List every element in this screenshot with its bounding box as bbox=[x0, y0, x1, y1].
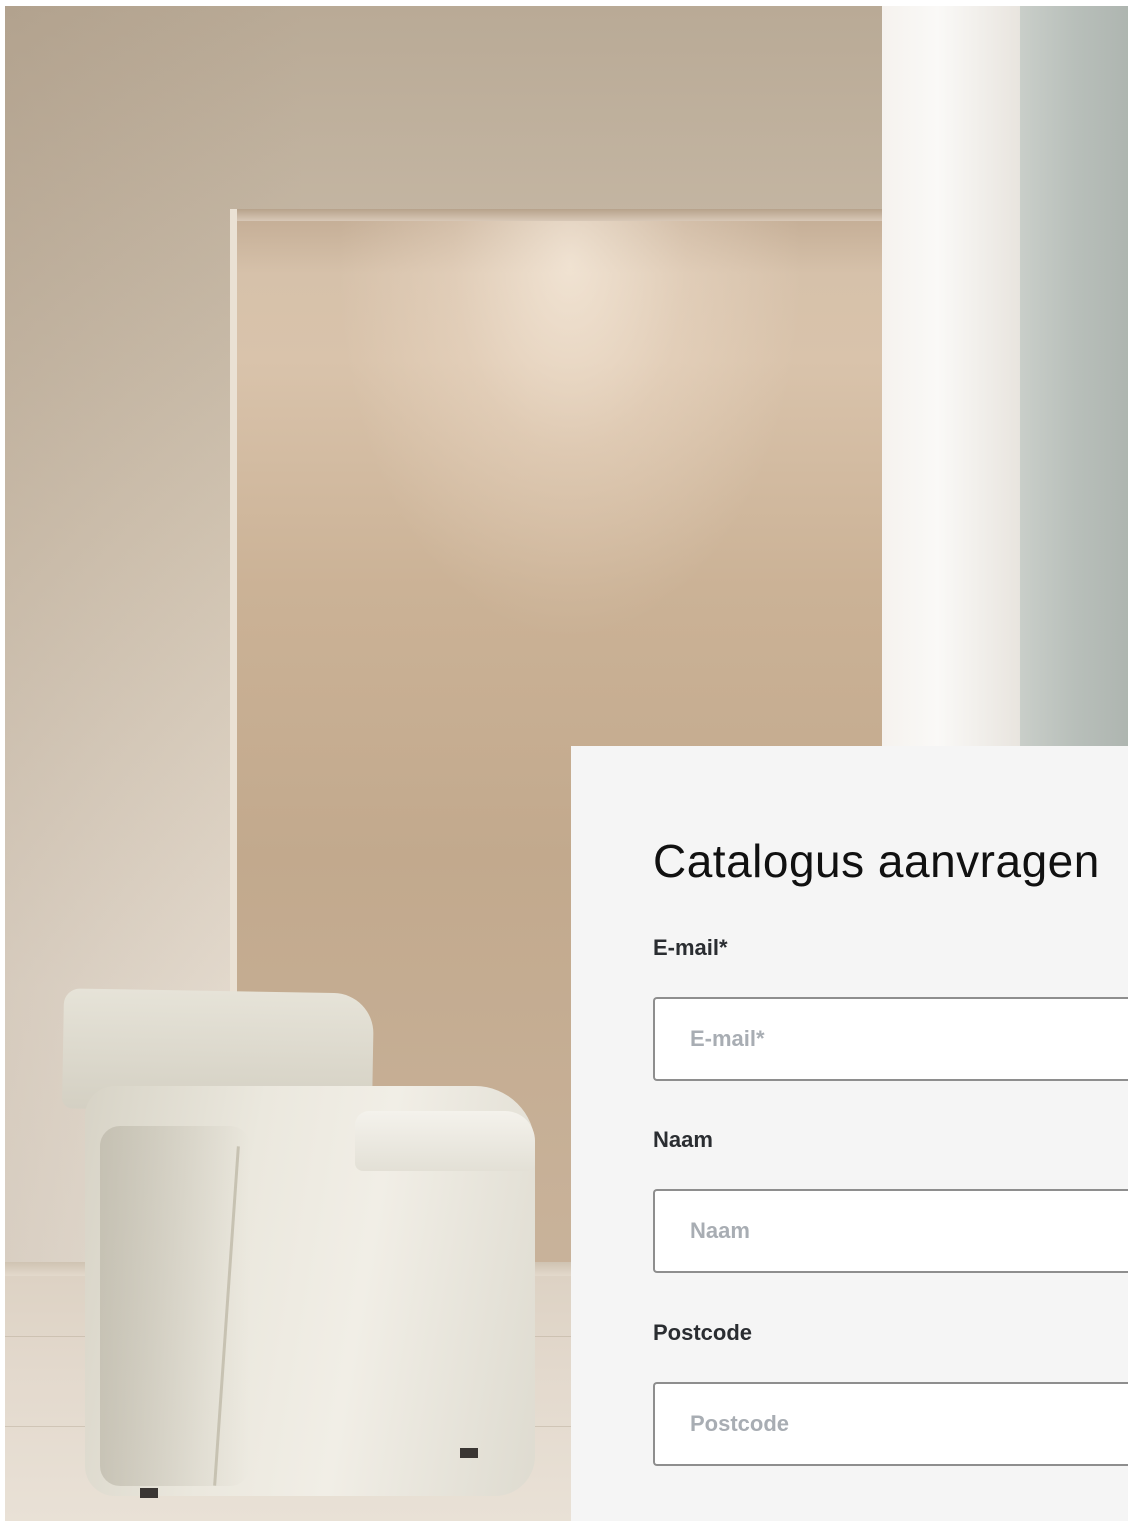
name-label: Naam bbox=[653, 1127, 713, 1152]
form-title: Catalogus aanvragen bbox=[653, 835, 1100, 887]
catalog-request-form: Catalogus aanvragen E-mail* Naam Postcod… bbox=[571, 746, 1128, 1521]
chair-armrest bbox=[355, 1111, 535, 1171]
chair-foot bbox=[140, 1488, 158, 1498]
postcode-input[interactable] bbox=[653, 1382, 1128, 1466]
email-input[interactable] bbox=[653, 997, 1128, 1081]
niche-top-edge bbox=[230, 209, 882, 221]
postcode-label: Postcode bbox=[653, 1320, 753, 1345]
page: Catalogus aanvragen E-mail* Naam Postcod… bbox=[0, 0, 1128, 1521]
email-label: E-mail* bbox=[653, 935, 728, 960]
name-input[interactable] bbox=[653, 1189, 1128, 1273]
chair-foot bbox=[460, 1448, 478, 1458]
niche-light-glow bbox=[335, 221, 805, 641]
